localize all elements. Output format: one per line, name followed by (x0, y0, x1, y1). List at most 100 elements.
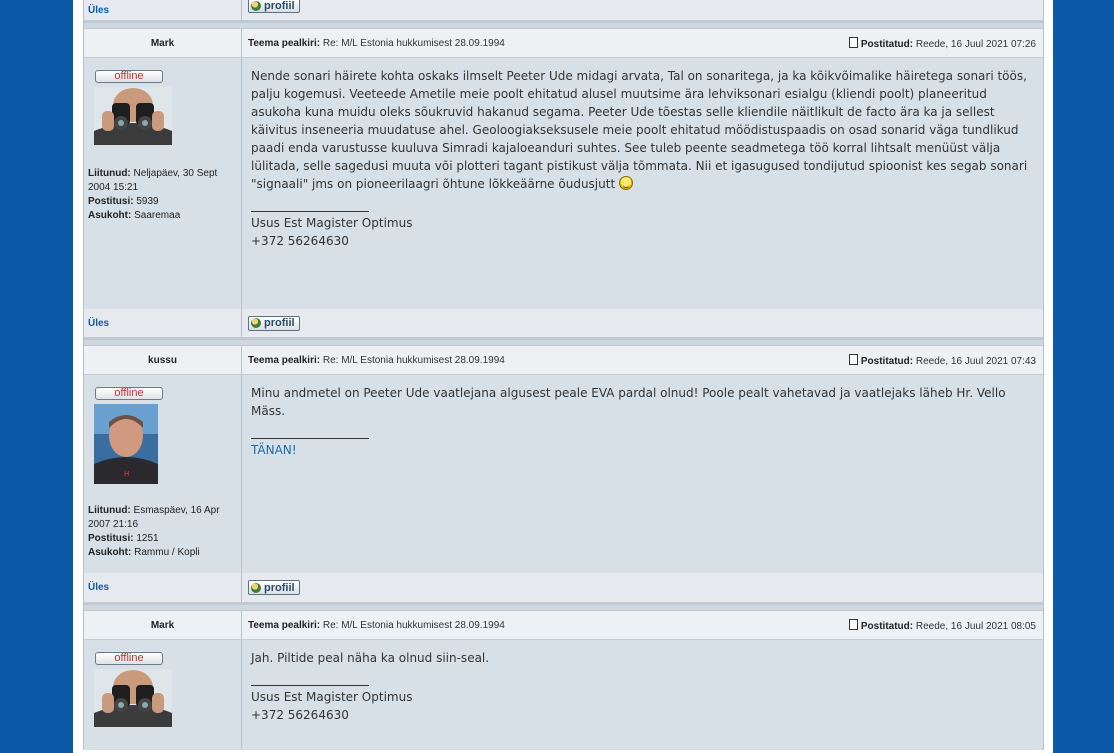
posted-label: Postitatud: (860, 355, 914, 367)
post-separator (84, 603, 1043, 611)
post-content: Minu andmetel on Peeter Ude vaatlejana a… (242, 375, 1043, 573)
signature-line-1: TÄNAN! (251, 443, 297, 457)
signature-divider (251, 211, 369, 212)
posts-label: Postitusi: (88, 533, 134, 544)
post-body-text: Minu andmetel on Peeter Ude vaatlejana a… (251, 386, 1006, 418)
author-location: Asukoht: Rammu / Kopli (88, 546, 237, 560)
post-header-row: Mark Teema pealkiri: Re: M/L Estonia huk… (84, 611, 1043, 640)
footer-left-cell: Üles (84, 0, 242, 20)
subject-label: Teema pealkiri: (248, 37, 321, 49)
author-joined: Liitunud: Neljapäev, 30 Sept 2004 15:21 (88, 167, 237, 195)
post-subject: Teema pealkiri: Re: M/L Estonia hukkumis… (248, 355, 505, 366)
avatar (94, 669, 172, 727)
post-author-name[interactable]: Mark (84, 29, 242, 57)
post-author-name[interactable]: kussu (84, 346, 242, 374)
profile-icon (251, 0, 261, 11)
post-date-text: Reede, 16 Juul 2021 08:05 (915, 620, 1036, 632)
post-footer-row: Üles profiil (84, 573, 1043, 603)
footer-left-cell: Üles (84, 309, 242, 337)
post-count-value: 1251 (136, 533, 159, 544)
author-post-count: Postitusi: 1251 (88, 532, 237, 546)
post-body-text: Nende sonari häirete kohta oskaks ilmsel… (251, 67, 1033, 193)
post-date: Postitatud: Reede, 16 Juul 2021 07:26 (848, 36, 1036, 50)
post-content: Jah. Piltide peal näha ka olnud siin-sea… (242, 640, 1043, 750)
page-background: Üles profiil Mark Teema pealkiri: Re: M/… (73, 0, 1053, 753)
post-header-row: kussu Teema pealkiri: Re: M/L Estonia hu… (84, 346, 1043, 375)
author-profile-panel: offline Liitunud: Neljapäev, 30 Sept 200… (84, 58, 242, 309)
footer-right-cell: profiil (242, 573, 1043, 602)
post-body-row: offline Jah. Piltide peal näha ka olnud … (84, 640, 1043, 750)
profile-button[interactable]: profiil (248, 315, 300, 331)
post-date-text: Reede, 16 Juul 2021 07:43 (915, 355, 1036, 367)
profile-button-label: profiil (264, 581, 295, 594)
signature-line-1: Usus Est Magister Optimus (251, 216, 413, 230)
subject-text: Re: M/L Estonia hukkumisest 28.09.1994 (322, 619, 505, 631)
location-value: Saaremaa (134, 210, 181, 221)
joined-label: Liitunud: (88, 168, 131, 179)
posted-label: Postitatud: (860, 620, 914, 632)
profile-icon (251, 582, 261, 593)
post-content: Nende sonari häirete kohta oskaks ilmsel… (242, 58, 1043, 309)
profile-button-label: profiil (264, 0, 295, 12)
signature-line-2: +372 56264630 (251, 234, 349, 248)
post-separator (84, 21, 1043, 29)
posted-label: Postitatud: (860, 38, 914, 50)
post-subject: Teema pealkiri: Re: M/L Estonia hukkumis… (248, 38, 505, 49)
post-separator (84, 338, 1043, 346)
post-author-name[interactable]: Mark (84, 611, 242, 639)
avatar: H (94, 404, 158, 484)
forum-topic-table: Üles profiil Mark Teema pealkiri: Re: M/… (83, 0, 1044, 750)
post-header-row: Mark Teema pealkiri: Re: M/L Estonia huk… (84, 29, 1043, 58)
offline-status-badge: offline (95, 387, 163, 400)
post-header-info: Teema pealkiri: Re: M/L Estonia hukkumis… (242, 611, 1043, 639)
signature-divider (251, 438, 369, 439)
post-date-text: Reede, 16 Juul 2021 07:26 (915, 38, 1036, 50)
subject-label: Teema pealkiri: (248, 354, 321, 366)
post-footer-row: Üles profiil (84, 0, 1043, 21)
location-value: Rammu / Kopli (134, 547, 200, 558)
author-post-count: Postitusi: 5939 (88, 195, 237, 209)
post-link-icon[interactable] (848, 353, 858, 365)
post-subject: Teema pealkiri: Re: M/L Estonia hukkumis… (248, 620, 505, 631)
svg-text:H: H (124, 470, 129, 478)
post-body-text: Jah. Piltide peal näha ka olnud siin-sea… (251, 651, 490, 665)
post-body-paragraph: Nende sonari häirete kohta oskaks ilmsel… (251, 69, 1028, 191)
post-header-info: Teema pealkiri: Re: M/L Estonia hukkumis… (242, 346, 1043, 374)
footer-right-cell: profiil (242, 0, 1043, 20)
post-link-icon[interactable] (848, 618, 858, 630)
post-date: Postitatud: Reede, 16 Juul 2021 07:43 (848, 353, 1036, 367)
post-header-info: Teema pealkiri: Re: M/L Estonia hukkumis… (242, 29, 1043, 57)
posts-label: Postitusi: (88, 196, 134, 207)
profile-button[interactable]: profiil (248, 580, 300, 595)
avatar (94, 87, 172, 145)
back-to-top-link[interactable]: Üles (88, 582, 109, 593)
offline-status-badge: offline (95, 70, 163, 83)
signature-line-1: Usus Est Magister Optimus (251, 690, 413, 704)
author-location: Asukoht: Saaremaa (88, 209, 237, 223)
subject-text: Re: M/L Estonia hukkumisest 28.09.1994 (322, 37, 505, 49)
footer-right-cell: profiil (242, 309, 1043, 337)
profile-button[interactable]: profiil (248, 0, 300, 13)
location-label: Asukoht: (88, 547, 132, 558)
subject-text: Re: M/L Estonia hukkumisest 28.09.1994 (322, 354, 505, 366)
author-profile-panel: offline (84, 640, 242, 750)
signature-divider (251, 685, 369, 686)
signature-line-2: +372 56264630 (251, 708, 349, 722)
author-meta: Liitunud: Neljapäev, 30 Sept 2004 15:21 … (88, 167, 237, 223)
back-to-top-link[interactable]: Üles (88, 5, 109, 16)
post-body-row: offline H Liitunud: Esmaspäev, 16 Apr 20… (84, 375, 1043, 573)
back-to-top-link[interactable]: Üles (88, 318, 109, 329)
profile-button-label: profiil (264, 317, 295, 329)
laughing-smiley-icon (618, 176, 633, 190)
post-count-value: 5939 (136, 196, 159, 207)
post-date: Postitatud: Reede, 16 Juul 2021 08:05 (848, 618, 1036, 632)
post-body-row: offline Liitunud: Neljapäev, 30 Sept 200… (84, 58, 1043, 309)
author-joined: Liitunud: Esmaspäev, 16 Apr 2007 21:16 (88, 504, 237, 532)
post-link-icon[interactable] (848, 36, 858, 48)
profile-icon (251, 318, 261, 328)
offline-status-badge: offline (95, 652, 163, 665)
footer-left-cell: Üles (84, 573, 242, 602)
author-profile-panel: offline H Liitunud: Esmaspäev, 16 Apr 20… (84, 375, 242, 573)
post-footer-row: Üles profiil (84, 309, 1043, 338)
subject-label: Teema pealkiri: (248, 619, 321, 631)
